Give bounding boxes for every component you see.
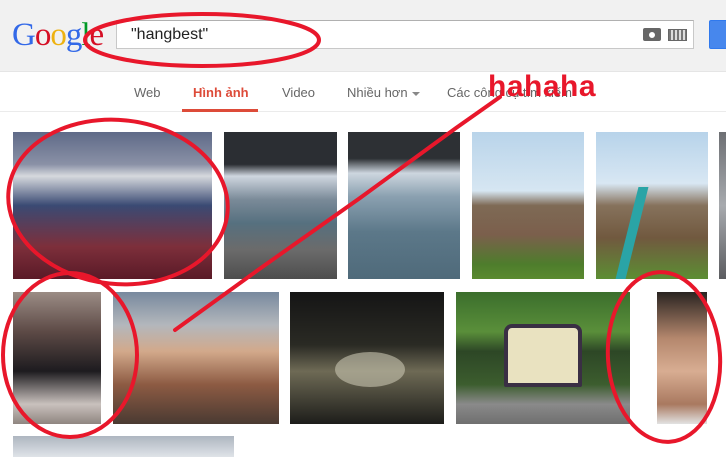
tab-video[interactable]: Video: [282, 85, 315, 100]
camera-icon[interactable]: [643, 28, 661, 41]
result-image-lake-railing[interactable]: [224, 132, 337, 279]
result-image-vintage-bus[interactable]: [456, 292, 630, 424]
result-image-dark-table[interactable]: [290, 292, 444, 424]
result-image-partial[interactable]: [719, 132, 726, 279]
logo-letter: o: [50, 17, 66, 53]
result-image-lake[interactable]: [348, 132, 460, 279]
search-input[interactable]: "hangbest": [131, 26, 208, 44]
keyboard-icon[interactable]: [668, 29, 687, 41]
google-logo[interactable]: Google: [12, 15, 105, 55]
result-image-woman-and-man[interactable]: [13, 292, 101, 424]
search-box[interactable]: "hangbest": [116, 20, 694, 49]
search-button[interactable]: [709, 20, 726, 49]
result-image-man-face[interactable]: [657, 292, 707, 424]
result-image-bottom[interactable]: [13, 436, 234, 457]
result-image-people-at-dinner[interactable]: [13, 132, 212, 279]
logo-letter: o: [34, 17, 51, 53]
result-image-marsh[interactable]: [472, 132, 584, 279]
chevron-down-icon: [411, 91, 420, 96]
annotation-text: hahaha: [488, 70, 597, 103]
tab-more-label: Nhiều hơn: [347, 85, 408, 100]
logo-letter: G: [12, 17, 36, 53]
result-image-dinner-party[interactable]: [113, 292, 279, 424]
logo-letter: g: [65, 17, 82, 53]
tab-more[interactable]: Nhiều hơn: [347, 85, 420, 100]
active-tab-indicator: [182, 109, 258, 112]
logo-letter: e: [89, 17, 105, 53]
tab-web[interactable]: Web: [134, 85, 161, 100]
header-bar: Google "hangbest": [0, 0, 726, 72]
search-tabs: Web Hình ảnh Video Nhiều hơn Các công cụ…: [0, 72, 726, 112]
result-image-marsh-rail[interactable]: [596, 132, 708, 279]
logo-letter: l: [81, 17, 90, 53]
tab-images[interactable]: Hình ảnh: [193, 85, 249, 100]
